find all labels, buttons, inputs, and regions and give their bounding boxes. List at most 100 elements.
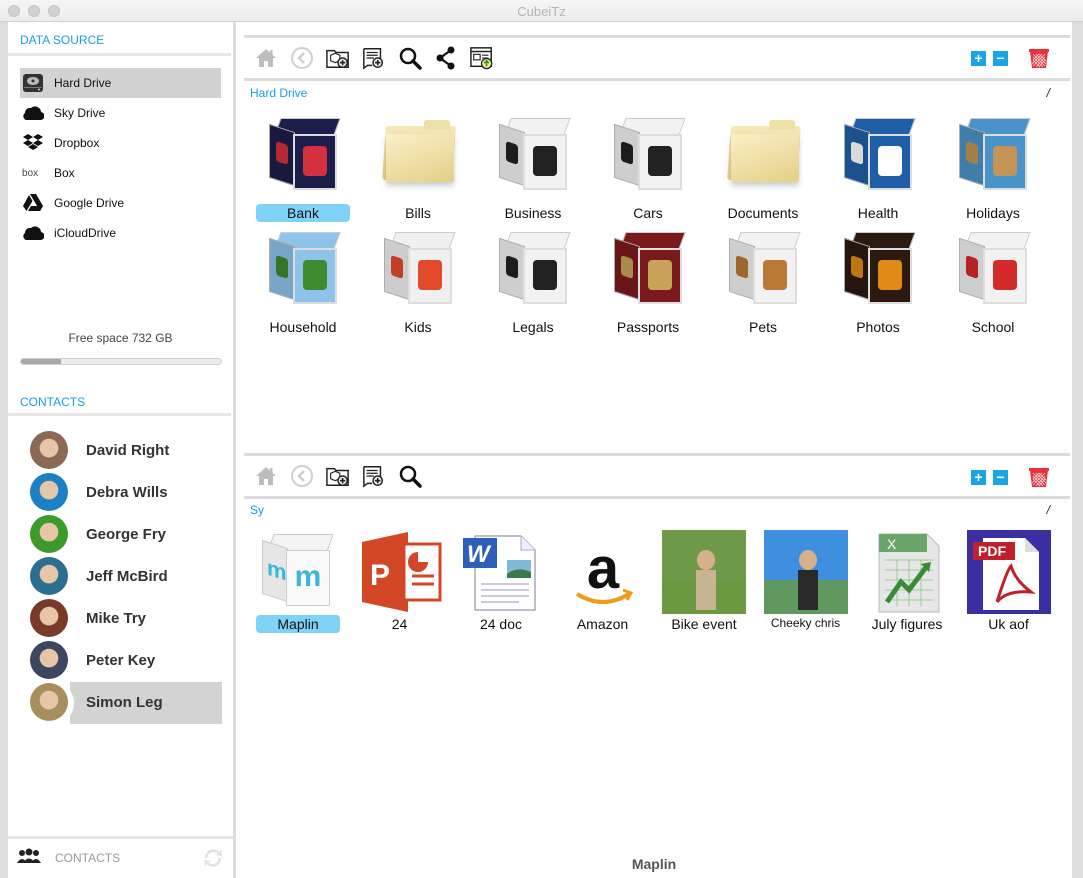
item-24[interactable]: P 24 <box>345 530 455 634</box>
zoom-out-button[interactable]: − <box>993 50 1008 66</box>
contact-item[interactable]: David Right <box>30 430 222 470</box>
bottom-pane-controls: + − <box>964 466 1050 488</box>
item-label: Business <box>504 205 562 221</box>
item-legals[interactable]: Legals <box>478 228 588 337</box>
zoom-in-button[interactable]: + <box>971 469 986 485</box>
item-cheeky-chris[interactable]: Cheeky chris <box>751 530 861 632</box>
search-icon[interactable] <box>398 464 422 488</box>
data-source-label: Hard Drive <box>54 76 112 90</box>
item-amazon[interactable]: a Amazon <box>548 530 658 634</box>
avatar <box>30 683 68 721</box>
item-holidays[interactable]: Holidays <box>938 114 1048 223</box>
cube-icon <box>838 228 918 308</box>
item-maplin[interactable]: m m Maplin <box>243 530 353 634</box>
share-icon[interactable] <box>434 46 458 70</box>
top-pane-toolbar <box>254 44 506 72</box>
contacts-footer-label: CONTACTS <box>55 851 121 865</box>
data-source-label: Box <box>54 166 75 180</box>
data-source-box[interactable]: box Box <box>20 158 221 188</box>
contact-item[interactable]: Mike Try <box>30 598 222 638</box>
excel-icon: X <box>865 530 949 614</box>
word-icon: W <box>459 530 543 614</box>
contact-item[interactable]: Simon Leg <box>26 680 222 726</box>
contact-item[interactable]: Jeff McBird <box>30 556 222 596</box>
amazon-icon: a <box>561 530 645 614</box>
item-passports[interactable]: Passports <box>593 228 703 337</box>
svg-text:P: P <box>370 559 390 592</box>
storage-progress-fill <box>21 359 61 364</box>
add-cube-icon[interactable] <box>326 464 350 488</box>
contact-item[interactable]: George Fry <box>30 514 222 554</box>
window-title: CubeiTz <box>517 4 566 19</box>
item-label: Pets <box>748 319 777 335</box>
contacts-heading: CONTACTS <box>20 395 86 409</box>
item-household[interactable]: Household <box>248 228 358 337</box>
data-source-sky-drive[interactable]: Sky Drive <box>20 98 221 128</box>
app-window: CubeiTz DATA SOURCE Hard Drive Sky Drive D… <box>0 0 1083 878</box>
item-label: Cheeky chris <box>770 616 841 630</box>
add-document-icon[interactable] <box>362 464 386 488</box>
data-source-label: Sky Drive <box>54 106 106 120</box>
contact-name: David Right <box>86 441 170 459</box>
avatar <box>30 557 68 595</box>
item-label: Passports <box>616 319 680 335</box>
title-bar: CubeiTz <box>0 0 1083 22</box>
top-breadcrumb[interactable]: Hard Drive <box>250 86 307 100</box>
item-bank[interactable]: Bank <box>248 114 358 223</box>
search-icon[interactable] <box>398 46 422 70</box>
avatar <box>30 473 68 511</box>
item-bills[interactable]: Bills <box>363 114 473 223</box>
top-path: / <box>1046 86 1050 100</box>
item-label: Uk aof <box>988 616 1029 632</box>
folder-icon <box>378 114 458 194</box>
people-icon[interactable] <box>17 848 41 869</box>
contact-item[interactable]: Peter Key <box>30 640 222 680</box>
trash-icon[interactable] <box>1028 47 1050 69</box>
data-source-google-drive[interactable]: Google Drive <box>20 188 221 218</box>
refresh-icon[interactable] <box>201 846 225 875</box>
home-icon <box>254 464 278 488</box>
data-source-dropbox[interactable]: Dropbox <box>20 128 221 158</box>
item-label: Documents <box>727 205 799 221</box>
item-label: School <box>971 319 1015 335</box>
item-pets[interactable]: Pets <box>708 228 818 337</box>
item-documents[interactable]: Documents <box>708 114 818 223</box>
item-24-doc[interactable]: W 24 doc <box>446 530 556 634</box>
add-document-icon[interactable] <box>362 46 386 70</box>
contact-item[interactable]: Debra Wills <box>30 472 222 512</box>
contact-name: Simon Leg <box>86 693 163 711</box>
data-source-label: Google Drive <box>54 196 125 210</box>
folder-icon <box>723 114 803 194</box>
item-uk-aof[interactable]: PDF Uk aof <box>954 530 1064 634</box>
data-source-hard-drive[interactable]: Hard Drive <box>20 68 221 98</box>
divider <box>244 453 1070 456</box>
back-icon <box>290 46 314 70</box>
svg-text:W: W <box>467 541 492 568</box>
item-school[interactable]: School <box>938 228 1048 337</box>
avatar <box>30 641 68 679</box>
item-kids[interactable]: Kids <box>363 228 473 337</box>
upload-window-icon[interactable] <box>470 46 494 70</box>
data-source-iclouddrive[interactable]: iCloudDrive <box>20 218 221 248</box>
cube-icon <box>953 114 1033 194</box>
add-cube-icon[interactable] <box>326 46 350 70</box>
zoom-out-button[interactable]: − <box>993 469 1008 485</box>
bottom-breadcrumb[interactable]: Sy <box>250 503 264 517</box>
item-july-figures[interactable]: X July figures <box>852 530 962 634</box>
back-icon <box>290 464 314 488</box>
item-health[interactable]: Health <box>823 114 933 223</box>
item-photos[interactable]: Photos <box>823 228 933 337</box>
item-cars[interactable]: Cars <box>593 114 703 223</box>
bottom-pane-toolbar <box>254 462 434 490</box>
item-bike-event[interactable]: Bike event <box>649 530 759 634</box>
item-label: Legals <box>512 319 554 335</box>
item-business[interactable]: Business <box>478 114 588 223</box>
trash-icon[interactable] <box>1028 466 1050 488</box>
divider <box>244 496 1070 499</box>
free-space-label: Free space 732 GB <box>68 331 173 345</box>
cube-icon <box>608 228 688 308</box>
item-label: Health <box>857 205 899 221</box>
item-label: July figures <box>871 616 943 632</box>
zoom-in-button[interactable]: + <box>971 50 986 66</box>
svg-text:a: a <box>586 536 619 601</box>
